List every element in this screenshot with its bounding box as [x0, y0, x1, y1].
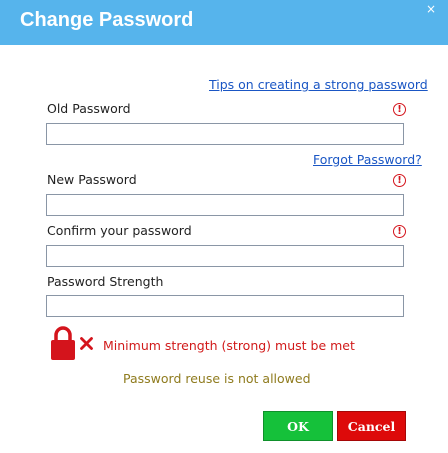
- confirm-password-label: Confirm your password: [47, 223, 192, 238]
- new-password-input[interactable]: [46, 194, 404, 216]
- strength-status-row: Minimum strength (strong) must be met: [50, 326, 355, 362]
- password-strength-label: Password Strength: [47, 274, 164, 289]
- dialog-title: Change Password: [20, 9, 194, 31]
- close-icon[interactable]: ×: [426, 3, 436, 15]
- confirm-password-input[interactable]: [46, 245, 404, 267]
- ok-button[interactable]: OK: [263, 411, 333, 441]
- lock-icon: [51, 326, 75, 360]
- old-password-input[interactable]: [46, 123, 404, 145]
- old-password-label: Old Password: [47, 101, 131, 116]
- tips-link[interactable]: Tips on creating a strong password: [209, 77, 428, 92]
- password-strength-field: [46, 295, 404, 317]
- strength-error-message: Minimum strength (strong) must be met: [103, 338, 355, 353]
- dialog-header: Change Password ×: [0, 0, 448, 45]
- forgot-password-link[interactable]: Forgot Password?: [313, 152, 422, 167]
- exclamation-circle-icon: !: [393, 225, 406, 238]
- new-password-label: New Password: [47, 172, 137, 187]
- reuse-warning-message: Password reuse is not allowed: [123, 371, 311, 386]
- x-icon: [80, 337, 93, 350]
- exclamation-circle-icon: !: [393, 174, 406, 187]
- exclamation-circle-icon: !: [393, 103, 406, 116]
- cancel-button[interactable]: Cancel: [337, 411, 406, 441]
